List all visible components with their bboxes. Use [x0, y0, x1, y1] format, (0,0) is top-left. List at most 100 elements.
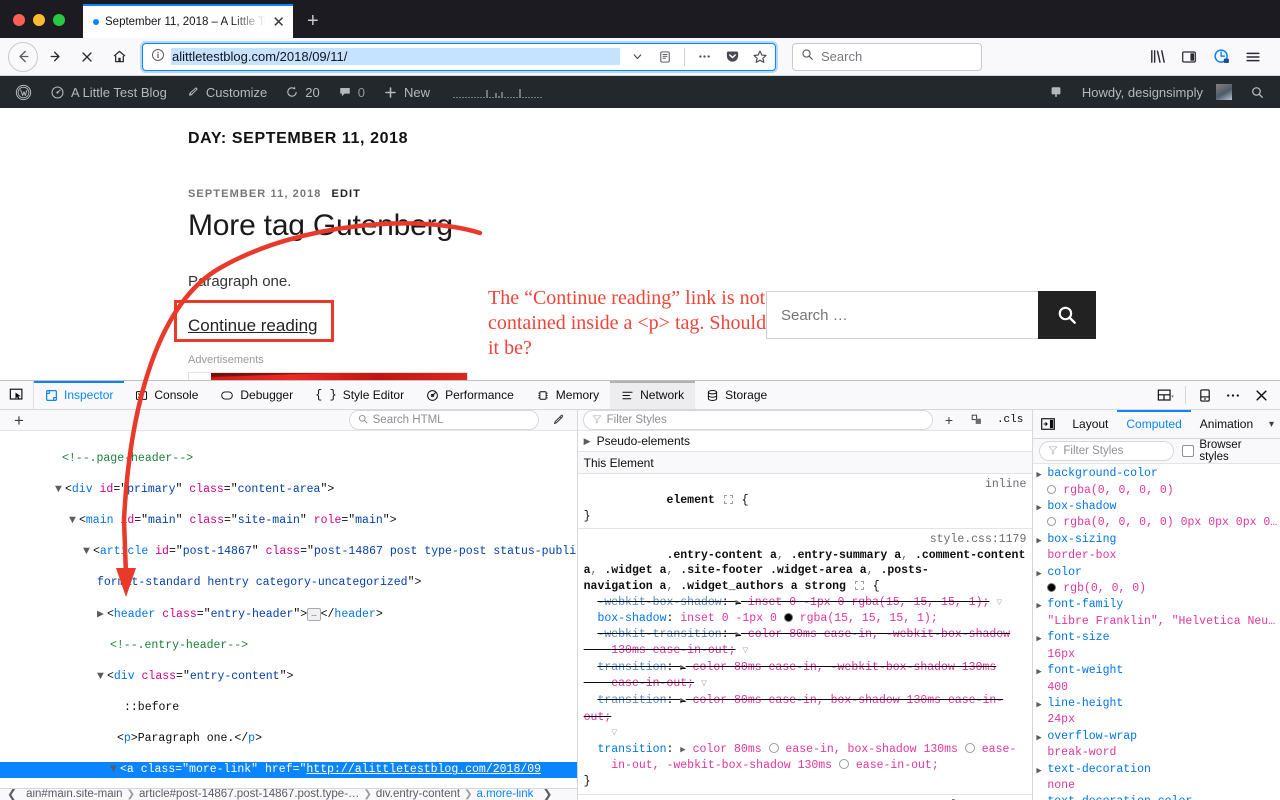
rule-source[interactable]: style.css:1179	[930, 532, 1027, 548]
tab-debugger[interactable]: Debugger	[209, 381, 304, 409]
computed-property-name[interactable]: ▶ color	[1033, 565, 1280, 581]
breadcrumb-prev-button[interactable]: ❮	[2, 789, 22, 800]
sync-icon[interactable]	[1206, 42, 1236, 72]
rules-list[interactable]: ▶ Pseudo-elements This Element inline ele…	[577, 431, 1033, 800]
stats-sparkline[interactable]	[453, 86, 543, 98]
filter-styles-input[interactable]: Filter Styles	[582, 410, 933, 431]
tab-console[interactable]: Console	[124, 381, 209, 409]
computed-property-name[interactable]: ▶text-decoration-color	[1033, 794, 1280, 800]
pocket-icon[interactable]	[721, 46, 743, 68]
chevron-down-icon[interactable]	[626, 46, 648, 68]
computed-property-name[interactable]: ▶ box-sizing	[1033, 532, 1280, 548]
account-menu[interactable]: Howdy, designsimply	[1073, 76, 1241, 108]
element-state-icon[interactable]	[965, 413, 989, 427]
browser-tab[interactable]: September 11, 2018 – A Little Te ✕	[83, 4, 293, 38]
markup-line[interactable]: <p>Paragraph one.</p>	[0, 731, 577, 747]
forward-icon[interactable]	[40, 42, 70, 72]
site-name-menu[interactable]: A Little Test Blog	[41, 76, 176, 108]
tab-style-editor[interactable]: { } Style Editor	[304, 381, 415, 409]
url-text[interactable]: alittletestblog.com/2018/09/11/	[171, 48, 620, 65]
markup-line[interactable]: <!--.page-header-->	[0, 451, 577, 467]
comments-link[interactable]: 0	[329, 76, 374, 108]
breadcrumb-item-main[interactable]: ain#main.site-main	[24, 789, 125, 800]
tab-network[interactable]: Network	[610, 381, 696, 409]
computed-properties-list[interactable]: ▶ background-color rgba(0, 0, 0, 0) ▶ box-…	[1033, 464, 1280, 800]
sidebar-icon[interactable]	[1174, 42, 1204, 72]
updates-link[interactable]: 20	[276, 76, 328, 108]
pseudo-elements-toggle[interactable]: ▶ Pseudo-elements	[577, 431, 1033, 453]
sidebar-search-input[interactable]	[766, 291, 1038, 339]
computed-filter-input[interactable]: Filter Styles	[1039, 441, 1175, 462]
close-tab-icon[interactable]: ✕	[272, 15, 285, 30]
new-tab-button[interactable]: +	[293, 11, 333, 38]
css-declaration[interactable]: -webkit-box-shadow: ▶ inset 0 -1px 0 rgb…	[597, 596, 989, 609]
css-declaration[interactable]: box-shadow: inset 0 -1px 0 rgba(15, 15, …	[597, 612, 937, 625]
css-rule-entry-content-a[interactable]: style.css:1179 .entry-content a, .entry-s…	[577, 529, 1033, 795]
markup-line[interactable]: ▼ <div class="entry-content">	[0, 669, 577, 685]
markup-line[interactable]: ▶ <header class="entry-header">… </header>	[0, 607, 577, 623]
markup-line[interactable]: ▼ <div id="primary" class="content-area">	[0, 482, 577, 498]
page-actions-icon[interactable]	[693, 46, 715, 68]
tab-animation[interactable]: Animation	[1191, 410, 1262, 439]
css-rule-element[interactable]: inline element { }	[577, 474, 1033, 530]
bookmark-star-icon[interactable]	[749, 46, 771, 68]
css-declaration[interactable]: transition: ▶ color 80ms ease-in, box-sh…	[584, 694, 1004, 724]
breadcrumb-item-entry-content[interactable]: div.entry-content	[374, 789, 462, 800]
reader-mode-icon[interactable]	[654, 46, 676, 68]
tab-storage[interactable]: Storage	[695, 381, 778, 409]
new-content-link[interactable]: New	[374, 76, 439, 108]
cls-button[interactable]: .cls	[993, 414, 1027, 426]
library-icon[interactable]	[1142, 42, 1172, 72]
tab-performance[interactable]: Performance	[415, 381, 525, 409]
chevron-down-icon[interactable]: ▾	[1263, 419, 1280, 430]
browser-search-bar[interactable]: Search	[792, 42, 982, 71]
search-html-input[interactable]: Search HTML	[348, 410, 539, 430]
browser-styles-checkbox[interactable]: Browser styles	[1182, 439, 1274, 463]
css-rule-a-1162[interactable]: style.css:1162a { color: #222; text-deco…	[578, 795, 1033, 800]
computed-property-name[interactable]: ▶ font-size	[1033, 630, 1280, 646]
markup-line[interactable]: ::before	[0, 700, 577, 716]
rule-selector[interactable]: element	[666, 494, 714, 507]
info-icon[interactable]	[151, 48, 165, 65]
stop-icon[interactable]	[72, 42, 102, 72]
css-declaration[interactable]: transition: ▶ color 80ms ease-in, box-sh…	[584, 742, 1016, 772]
advertisement-image[interactable]	[188, 372, 468, 380]
markup-line[interactable]: ▼ <main id="main" class="site-main" role=…	[0, 513, 577, 529]
home-icon[interactable]	[104, 42, 134, 72]
continue-reading-link[interactable]: Continue reading	[188, 316, 317, 335]
markup-line[interactable]: ▼ <article id="post-14867" class="post-14…	[0, 544, 577, 560]
breadcrumb-next-button[interactable]: ❯	[537, 789, 557, 800]
sidebar-search-widget[interactable]	[766, 291, 1096, 339]
breadcrumb-item-more-link[interactable]: a.more-link	[474, 789, 535, 800]
menu-icon[interactable]	[1238, 42, 1268, 72]
computed-property-name[interactable]: ▶ font-family	[1033, 597, 1280, 613]
css-declaration[interactable]: transition: ▶ color 80ms ease-in, -webki…	[584, 661, 996, 691]
markup-line-selected[interactable]: ▼ <a class="more-link" href="http://alitt…	[0, 762, 577, 779]
eyedropper-icon[interactable]	[545, 413, 571, 427]
checkbox[interactable]	[1182, 445, 1195, 458]
customize-link[interactable]: Customize	[176, 76, 276, 108]
toggle-sidebar-icon[interactable]	[1033, 417, 1063, 431]
add-node-button[interactable]: +	[6, 412, 32, 429]
notifications-icon[interactable]	[1039, 76, 1073, 108]
sidebar-search-button[interactable]	[1038, 291, 1096, 339]
maximize-window-button[interactable]	[53, 14, 65, 26]
rule-highlighter-icon[interactable]	[854, 580, 864, 590]
rule-source[interactable]: inline	[985, 477, 1026, 493]
split-console-icon[interactable]	[1192, 381, 1218, 410]
element-picker-icon[interactable]	[0, 381, 34, 409]
markup-tree[interactable]: <!--.page-header--> ▼ <div id="primary" c…	[0, 431, 577, 788]
back-icon[interactable]	[8, 41, 38, 72]
computed-property-name[interactable]: ▶ background-color	[1033, 466, 1280, 482]
edit-post-link[interactable]: EDIT	[332, 188, 361, 200]
markup-line[interactable]: format-standard hentry category-uncatego…	[0, 575, 577, 591]
markup-line[interactable]: <!--.entry-header-->	[0, 638, 577, 654]
computed-property-name[interactable]: ▶ font-weight	[1033, 663, 1280, 679]
close-devtools-icon[interactable]	[1248, 381, 1274, 410]
admin-search-icon[interactable]	[1241, 76, 1274, 108]
wp-logo-menu[interactable]	[6, 76, 41, 108]
add-rule-button[interactable]: +	[937, 412, 961, 428]
tab-computed[interactable]: Computed	[1117, 410, 1190, 439]
tab-memory[interactable]: Memory	[525, 381, 610, 409]
breadcrumb-item-article[interactable]: article#post-14867.post-14867.post.type-…	[137, 789, 362, 800]
